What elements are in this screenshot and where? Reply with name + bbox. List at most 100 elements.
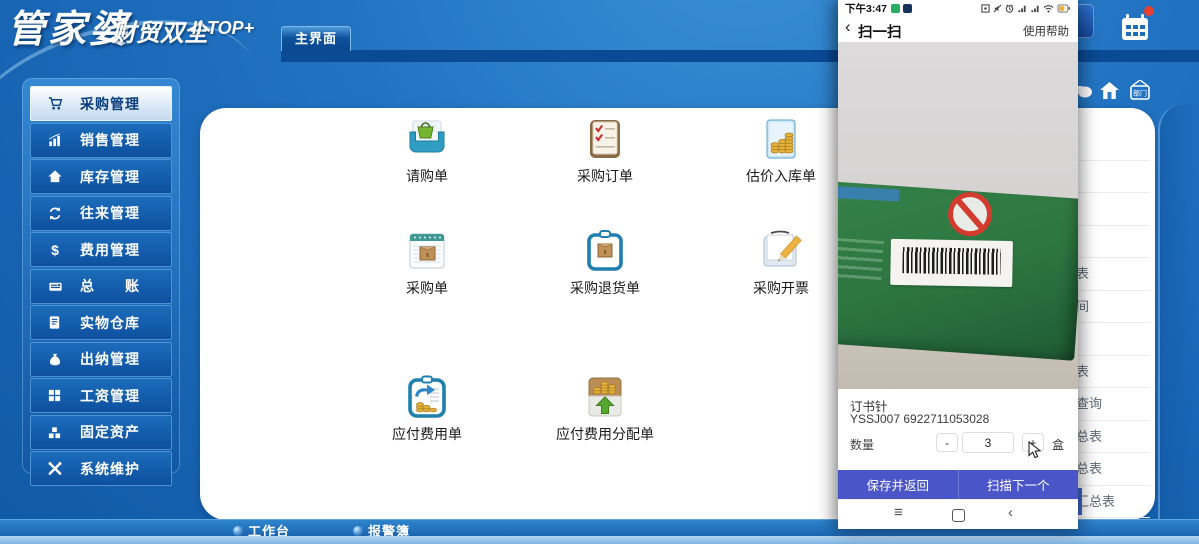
sidebar-item-sales[interactable]: 销售管理 (30, 123, 172, 158)
grid-icon (47, 388, 67, 404)
sphere-icon (353, 526, 363, 536)
sidebar-item-label: 往来管理 (80, 203, 140, 223)
sidebar-item-label: 采购管理 (80, 94, 140, 114)
bar-chart-icon (47, 132, 67, 148)
allocate-coins-icon (582, 374, 628, 420)
mute-icon (993, 4, 1002, 13)
module-purchase-order[interactable]: 采购订单 (530, 116, 680, 186)
module-purchase-invoicing[interactable]: 采购开票 (706, 228, 856, 298)
calendar-button[interactable] (1117, 10, 1157, 50)
ledger-icon (47, 278, 67, 294)
help-link[interactable]: 使用帮助 (1023, 23, 1069, 39)
department-sign-icon[interactable]: 部门 (1128, 80, 1152, 105)
sidebar-item-cashier[interactable]: 出纳管理 (30, 342, 172, 377)
sidebar-item-label: 实物仓库 (80, 313, 140, 333)
action-buttons: 保存并返回 扫描下一个 (838, 470, 1078, 499)
signal-icon (1030, 4, 1040, 13)
module-label: 采购开票 (706, 278, 856, 298)
home-icon[interactable] (952, 509, 965, 522)
product-code: YSSJ007 6922711053028 (850, 412, 989, 426)
right-frame (1158, 104, 1199, 524)
svg-text:部门: 部门 (1133, 89, 1147, 98)
module-label: 应付费用分配单 (530, 424, 680, 444)
module-valuation-inbound[interactable]: 估价入库单 (706, 116, 856, 186)
prohibition-sign (947, 191, 994, 238)
sidebar-item-physical-warehouse[interactable]: 实物仓库 (30, 305, 172, 340)
sidebar-item-label: 销售管理 (80, 130, 140, 150)
recents-icon[interactable]: ≡ (894, 504, 903, 521)
sidebar-item-label: 系统维护 (80, 459, 140, 479)
scan-title: 扫一扫 (858, 21, 902, 42)
back-arrow-icon[interactable]: ‹ (845, 17, 851, 37)
barcode-stripes (902, 247, 1000, 275)
scan-next-button[interactable]: 扫描下一个 (958, 470, 1079, 499)
chat-app-icon (891, 4, 900, 13)
mouse-cursor (1028, 441, 1044, 464)
sphere-icon (233, 526, 243, 536)
app-badge-icon (903, 4, 912, 13)
sidebar-item-inventory[interactable]: 库存管理 (30, 159, 172, 194)
sidebar-item-system-maintenance[interactable]: 系统维护 (30, 451, 172, 486)
quantity-label: 数量 (850, 436, 874, 453)
sidebar-item-fixed-assets[interactable]: 固定资产 (30, 415, 172, 450)
save-return-button[interactable]: 保存并返回 (838, 470, 958, 499)
notepad-box-icon (404, 228, 450, 274)
home-icon (47, 169, 67, 185)
alarm-icon (1005, 4, 1014, 13)
quantity-input[interactable] (962, 432, 1014, 453)
android-nav-bar: ≡ ‹ (838, 499, 1078, 529)
product-box (838, 181, 1078, 360)
sidebar-item-label: 库存管理 (80, 167, 140, 187)
status-time: 下午3:47 (845, 1, 887, 16)
sidebar-item-purchase[interactable]: 采购管理 (30, 86, 172, 121)
battery-icon (1057, 4, 1071, 13)
blocks-icon (47, 424, 67, 440)
checklist-icon (582, 116, 628, 162)
screen: 管家婆 财贸双全 II TOP+ 主界面 部门 (0, 0, 1199, 544)
sidebar-item-payroll[interactable]: 工资管理 (30, 378, 172, 413)
partial-icon[interactable] (1076, 84, 1092, 103)
cart-icon (47, 96, 67, 112)
camera-viewfinder (838, 42, 1078, 389)
barcode-label (890, 239, 1013, 287)
sidebar-item-expense[interactable]: $ 费用管理 (30, 232, 172, 267)
box-stripe (838, 186, 899, 202)
box-print (838, 238, 884, 282)
basket-tray-icon (404, 116, 450, 162)
sidebar-item-label: 总 账 (80, 276, 140, 296)
notification-dot (1144, 6, 1154, 16)
dollar-icon: $ (47, 242, 67, 258)
module-label: 采购单 (352, 278, 502, 298)
moneybag-icon (47, 351, 67, 367)
sidebar-item-label: 工资管理 (80, 386, 140, 406)
bottom-strip (0, 536, 1199, 544)
svg-text:$: $ (51, 242, 59, 258)
sidebar: 采购管理 销售管理 库存管理 往来管理 $ 费用管理 (30, 86, 172, 488)
sidebar-item-contacts[interactable]: 往来管理 (30, 196, 172, 231)
module-label: 请购单 (352, 166, 502, 186)
signal-icon (1017, 4, 1027, 13)
module-label: 应付费用单 (352, 424, 502, 444)
quantity-minus-button[interactable]: - (936, 433, 958, 452)
sidebar-item-general-ledger[interactable]: 总 账 (30, 269, 172, 304)
module-payable-expense-allocation[interactable]: 应付费用分配单 (530, 374, 680, 444)
sidebar-item-label: 费用管理 (80, 240, 140, 260)
invoice-pencil-icon (758, 228, 804, 274)
module-purchase[interactable]: 采购单 (352, 228, 502, 298)
tab-main-view[interactable]: 主界面 (281, 26, 351, 51)
sync-icon (47, 205, 67, 221)
module-label: 采购退货单 (530, 278, 680, 298)
back-icon[interactable]: ‹ (1008, 504, 1013, 521)
wifi-icon (1043, 4, 1054, 13)
coins-glass-icon (758, 116, 804, 162)
document-icon (47, 315, 67, 331)
module-purchase-return[interactable]: 采购退货单 (530, 228, 680, 298)
screenshot-icon (981, 4, 990, 13)
return-box-icon (582, 228, 628, 274)
tools-icon (47, 461, 67, 477)
module-payable-expense[interactable]: 应付费用单 (352, 374, 502, 444)
phone-status-bar: 下午3:47 (838, 0, 1078, 16)
module-purchase-request[interactable]: 请购单 (352, 116, 502, 186)
sidebar-item-label: 出纳管理 (80, 349, 140, 369)
home-icon[interactable] (1100, 82, 1119, 104)
